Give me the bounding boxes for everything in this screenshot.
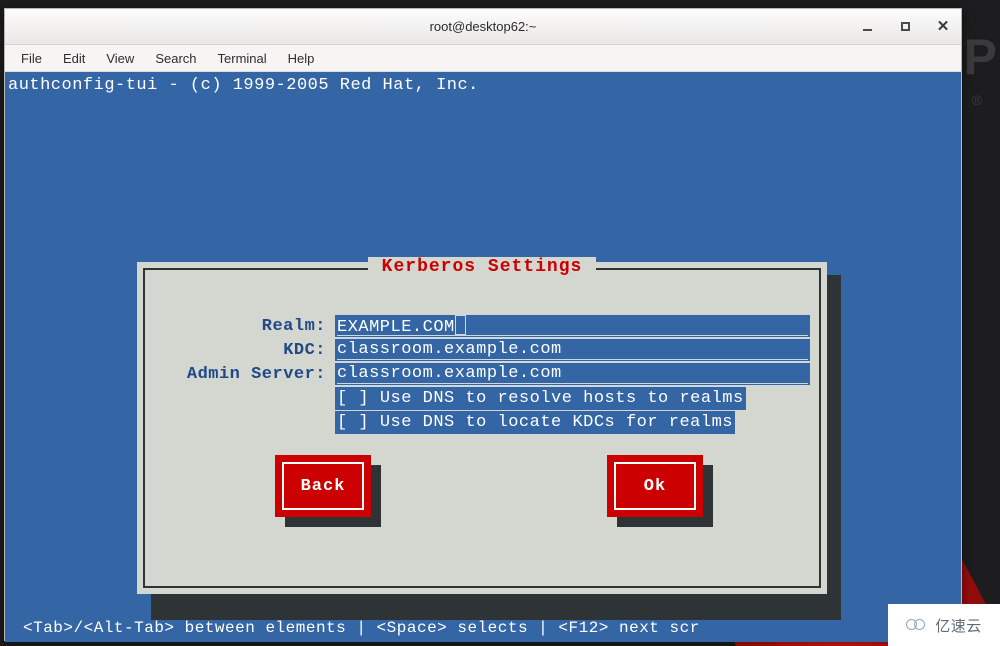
- back-button-wrap: Back: [275, 455, 381, 527]
- checkbox-row-locate-kdcs: [ ] Use DNS to locate KDCs for realms: [145, 410, 819, 434]
- ok-button[interactable]: Ok: [607, 455, 703, 517]
- back-button-label: Back: [300, 476, 346, 496]
- kdc-input-underline: [337, 359, 808, 360]
- window-title: root@desktop62:~: [429, 19, 537, 34]
- terminal-window: root@desktop62:~ ✕ File Edit View Search…: [4, 8, 962, 642]
- menubar: File Edit View Search Terminal Help: [5, 45, 961, 72]
- checkbox-resolve-hosts-marker: [ ]: [337, 388, 370, 408]
- admin-server-label: Admin Server:: [186, 364, 326, 384]
- kerberos-form: Realm: EXAMPLE.COM KDC: classroom.exampl…: [145, 314, 819, 434]
- watermark: 亿速云: [888, 604, 1000, 646]
- checkbox-locate-kdcs-marker: [ ]: [337, 412, 370, 432]
- ok-button-wrap: Ok: [607, 455, 713, 527]
- checkbox-locate-kdcs-label: Use DNS to locate KDCs for realms: [379, 412, 733, 432]
- admin-server-input-underline: [337, 383, 808, 384]
- menu-item-edit[interactable]: Edit: [55, 48, 93, 69]
- screen: TRP ® root@desktop62:~ ✕ File Edit View …: [0, 0, 1000, 646]
- field-row-admin-server: Admin Server: classroom.example.com: [145, 362, 819, 386]
- maximize-icon[interactable]: [897, 19, 913, 35]
- menu-item-file[interactable]: File: [13, 48, 50, 69]
- watermark-text: 亿速云: [935, 616, 982, 635]
- kdc-label: KDC:: [283, 340, 326, 360]
- back-button[interactable]: Back: [275, 455, 371, 517]
- terminal-tui-area[interactable]: authconfig-tui - (c) 1999-2005 Red Hat, …: [5, 72, 961, 642]
- field-row-kdc: KDC: classroom.example.com: [145, 338, 819, 362]
- dialog-title-wrap: Kerberos Settings: [145, 257, 819, 277]
- field-row-realm: Realm: EXAMPLE.COM: [145, 314, 819, 338]
- admin-server-input-value: classroom.example.com: [337, 364, 562, 383]
- menu-item-terminal[interactable]: Terminal: [210, 48, 275, 69]
- tui-footer-line: <Tab>/<Alt-Tab> between elements | <Spac…: [23, 619, 700, 637]
- window-controls: ✕: [859, 9, 951, 44]
- realm-input-value: EXAMPLE.COM: [337, 318, 455, 337]
- checkbox-resolve-hosts-label: Use DNS to resolve hosts to realms: [379, 388, 744, 408]
- checkbox-locate-kdcs[interactable]: [ ] Use DNS to locate KDCs for realms: [335, 410, 735, 434]
- dialog-frame: Kerberos Settings Realm: EXAMPLE.COM KDC…: [143, 257, 821, 588]
- realm-input[interactable]: EXAMPLE.COM: [335, 315, 810, 337]
- menu-item-help[interactable]: Help: [280, 48, 323, 69]
- window-titlebar[interactable]: root@desktop62:~ ✕: [5, 9, 961, 45]
- admin-server-input[interactable]: classroom.example.com: [335, 363, 810, 385]
- menu-item-search[interactable]: Search: [147, 48, 204, 69]
- checkbox-resolve-hosts[interactable]: [ ] Use DNS to resolve hosts to realms: [335, 386, 746, 410]
- ok-button-label: Ok: [643, 476, 667, 496]
- watermark-logo-icon: [906, 617, 930, 633]
- text-cursor: [454, 315, 466, 335]
- menu-item-view[interactable]: View: [98, 48, 142, 69]
- minimize-icon[interactable]: [859, 19, 875, 35]
- kdc-input-value: classroom.example.com: [337, 340, 562, 359]
- dialog-buttons: Back Ok: [145, 455, 819, 527]
- kdc-input[interactable]: classroom.example.com: [335, 339, 810, 361]
- ok-button-inner: Ok: [614, 462, 696, 510]
- checkbox-row-resolve-hosts: [ ] Use DNS to resolve hosts to realms: [145, 386, 819, 410]
- dialog-title: Kerberos Settings: [367, 257, 597, 277]
- realm-label: Realm:: [261, 316, 326, 336]
- back-button-inner: Back: [282, 462, 364, 510]
- wallpaper-reg-mark: ®: [971, 92, 982, 108]
- kerberos-settings-dialog: Kerberos Settings Realm: EXAMPLE.COM KDC…: [137, 257, 827, 594]
- close-icon[interactable]: ✕: [935, 19, 951, 35]
- tui-header-line: authconfig-tui - (c) 1999-2005 Red Hat, …: [8, 76, 479, 95]
